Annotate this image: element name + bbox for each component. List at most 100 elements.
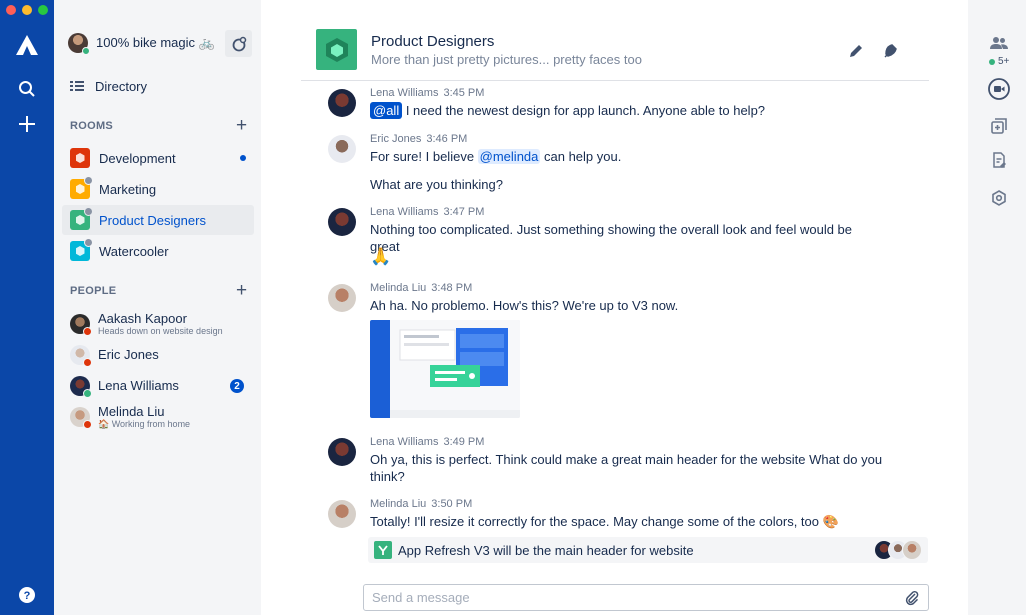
y-app-icon — [374, 541, 392, 559]
user-profile[interactable]: 100% bike magic 🚲 — [68, 33, 215, 55]
message-author: Melinda Liu — [370, 498, 427, 510]
card-text: App Refresh V3 will be the main header f… — [398, 542, 694, 558]
chat-panel: Product Designers More than just pretty … — [261, 0, 968, 615]
unread-indicator — [240, 155, 246, 161]
sidebar: 100% bike magic 🚲 Directory ROOMS + Deve… — [54, 0, 261, 615]
avatar[interactable] — [328, 438, 356, 466]
message-time: 3:45 PM — [443, 87, 485, 99]
person-lena-williams[interactable]: Lena Williams 2 — [62, 371, 254, 401]
presence-indicator — [83, 389, 92, 398]
person-name: Melinda Liu — [98, 403, 165, 419]
directory-label: Directory — [95, 78, 148, 94]
person-melinda-liu[interactable]: Melinda Liu 🏠 Working from home — [62, 402, 254, 432]
message-text: @all I need the newest design for app la… — [370, 102, 885, 119]
avatar — [70, 345, 92, 367]
person-name: Lena Williams — [98, 378, 179, 393]
presence-indicator — [82, 47, 90, 55]
attachment-icon[interactable] — [905, 590, 919, 611]
avatar[interactable] — [328, 208, 356, 236]
notifications-icon[interactable] — [882, 42, 900, 60]
message-time: 3:49 PM — [443, 436, 485, 448]
emoji: 🎨 — [822, 514, 839, 529]
room-product-designers[interactable]: Product Designers — [62, 205, 254, 235]
add-person-button[interactable]: + — [236, 281, 247, 300]
message-time: 3:50 PM — [431, 498, 473, 510]
people-heading: PEOPLE — [70, 285, 117, 297]
mention[interactable]: @melinda — [477, 149, 541, 164]
message-meta: Lena Williams 3:47 PM — [370, 206, 484, 218]
message-text: Ah ha. No problemo. How's this? We're up… — [370, 298, 679, 313]
room-label: Watercooler — [99, 243, 169, 259]
list-icon — [70, 81, 84, 91]
message-composer — [363, 584, 929, 611]
avatar — [70, 376, 92, 398]
edit-topic-icon[interactable] — [847, 42, 865, 60]
search-icon[interactable] — [12, 74, 42, 104]
user-status-text: 100% bike magic 🚲 — [96, 35, 215, 50]
message-time: 3:46 PM — [426, 133, 468, 145]
message-meta: Lena Williams 3:45 PM — [370, 87, 484, 99]
avatar — [902, 540, 922, 560]
person-aakash-kapoor[interactable]: Aakash Kapoor Heads down on website desi… — [62, 309, 254, 339]
linked-card[interactable]: App Refresh V3 will be the main header f… — [368, 537, 928, 563]
avatar[interactable] — [328, 135, 356, 163]
window-zoom-button[interactable] — [38, 5, 48, 15]
private-room-icon — [84, 207, 93, 216]
message-meta: Melinda Liu 3:50 PM — [370, 498, 472, 510]
room-marketing[interactable]: Marketing — [62, 174, 254, 204]
settings-icon[interactable] — [988, 187, 1010, 209]
video-call-icon[interactable] — [988, 78, 1010, 100]
user-avatar — [68, 33, 90, 55]
message-author: Lena Williams — [370, 87, 439, 99]
room-icon — [70, 238, 93, 261]
avatar[interactable] — [328, 89, 356, 117]
message-input[interactable] — [372, 590, 892, 605]
presence-indicator — [83, 327, 92, 336]
message-text: Totally! I'll resize it correctly for th… — [370, 514, 839, 529]
avatar[interactable] — [328, 500, 356, 528]
add-room-button[interactable]: + — [236, 116, 247, 135]
person-name: Eric Jones — [98, 347, 159, 362]
svg-text:?: ? — [24, 590, 31, 602]
unread-count-badge: 2 — [230, 379, 244, 393]
help-icon[interactable]: ? — [12, 580, 42, 610]
global-nav: ? — [0, 0, 54, 615]
atlassian-logo[interactable] — [12, 30, 42, 60]
cube-icon — [325, 37, 348, 62]
mention[interactable]: @all — [370, 102, 403, 119]
person-name: Aakash Kapoor — [98, 310, 187, 326]
private-room-icon — [84, 238, 93, 247]
message-time: 3:48 PM — [431, 282, 473, 294]
window-close-button[interactable] — [6, 5, 16, 15]
message-meta: Lena Williams 3:49 PM — [370, 436, 484, 448]
room-label: Marketing — [99, 181, 157, 197]
card-participants — [874, 540, 922, 560]
participants-icon[interactable] — [988, 32, 1010, 54]
message-meta: Eric Jones 3:46 PM — [370, 133, 467, 145]
status-cycle-icon — [232, 36, 246, 51]
message-author: Lena Williams — [370, 436, 439, 448]
directory-link[interactable]: Directory — [62, 71, 254, 101]
chat-header: Product Designers More than just pretty … — [301, 0, 929, 81]
private-room-icon — [84, 176, 93, 185]
person-eric-jones[interactable]: Eric Jones — [62, 340, 254, 370]
window-minimize-button[interactable] — [22, 5, 32, 15]
avatar — [70, 314, 92, 336]
room-watercooler[interactable]: Watercooler — [62, 236, 254, 266]
message-time: 3:47 PM — [443, 206, 485, 218]
avatar — [70, 407, 92, 429]
presence-indicator — [83, 420, 92, 429]
image-attachment[interactable] — [370, 320, 520, 418]
emoji: 🙏 — [370, 247, 392, 266]
online-dot — [989, 58, 995, 65]
status-toggle-button[interactable] — [225, 30, 252, 57]
add-integration-icon[interactable] — [988, 115, 1010, 137]
avatar[interactable] — [328, 284, 356, 312]
files-icon[interactable] — [988, 149, 1010, 171]
room-development[interactable]: Development — [62, 143, 254, 173]
plus-icon[interactable] — [12, 109, 42, 139]
room-label: Product Designers — [99, 212, 206, 228]
message-meta: Melinda Liu 3:48 PM — [370, 282, 472, 294]
room-logo — [316, 29, 357, 70]
presence-indicator — [83, 358, 92, 367]
